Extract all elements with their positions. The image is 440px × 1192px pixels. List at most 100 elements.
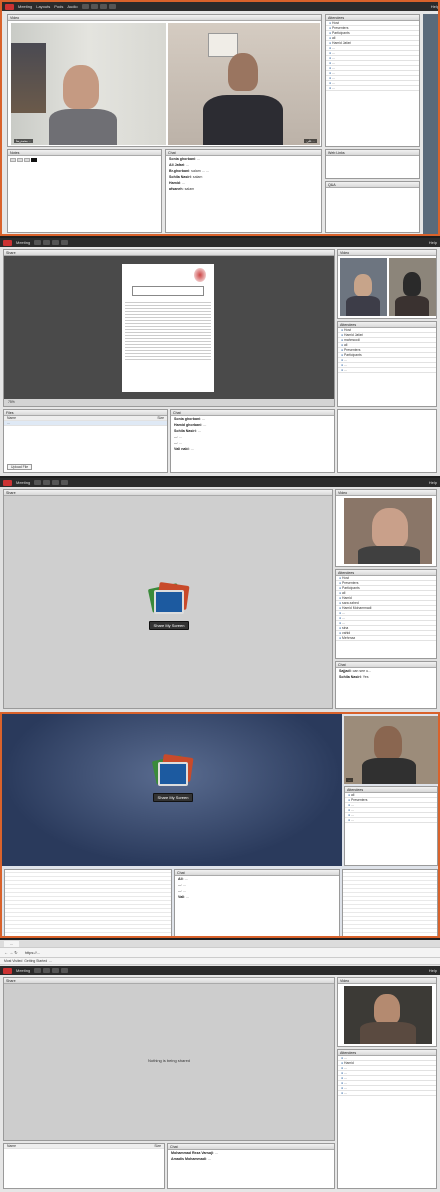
italic-icon[interactable] xyxy=(17,158,23,162)
layouts-menu[interactable]: Layouts xyxy=(36,4,50,9)
chat-text: ... xyxy=(186,895,190,899)
color-icon[interactable] xyxy=(31,158,37,162)
mic-icon[interactable] xyxy=(43,240,51,245)
zoom-level[interactable]: 75% xyxy=(8,400,15,404)
speaker-icon[interactable] xyxy=(34,968,42,973)
share-screen-icon xyxy=(150,754,196,790)
chat-pod: Chat Sonia ghorbani: ... Hamid ghorbani: … xyxy=(170,409,335,473)
attendee-name: Hamid Mohammadi xyxy=(342,606,372,610)
chat-sender: Sohila Nasiri xyxy=(174,429,196,433)
media-controls[interactable] xyxy=(81,4,116,9)
media-controls[interactable] xyxy=(34,968,69,973)
file-row[interactable]: ... xyxy=(4,421,167,426)
chat-sender: Sonia ghorbani xyxy=(174,417,201,421)
bookmark-most-visited[interactable]: Most Visited xyxy=(4,959,22,963)
meeting-menu[interactable]: Meeting xyxy=(18,4,32,9)
attendee-list: ● Host ● Presenters ● Participants ● ali ● H… xyxy=(326,21,419,91)
adobe-connect-logo xyxy=(3,239,12,246)
notes-toolbar[interactable] xyxy=(8,156,161,164)
attendee-item[interactable]: ● ... xyxy=(326,86,419,91)
video-feed xyxy=(344,986,432,1044)
doc-toolbar[interactable]: 75% xyxy=(4,399,334,406)
chat-pod: Chat Sonia ghorbani: ... Ali Jafari: ... B… xyxy=(165,149,322,233)
attendee-list: ● ali ● Presenters ● ... ● ... ● ... ● ... xyxy=(345,793,437,823)
attendee-item[interactable]: ● ... xyxy=(345,818,437,823)
share-my-screen-button[interactable]: Share My Screen xyxy=(152,793,194,802)
attendee-name: mahmoodi xyxy=(344,338,360,342)
help-menu[interactable]: Help xyxy=(429,480,437,485)
chat-message: Vali: ... xyxy=(178,895,190,899)
chat-sender: Ali xyxy=(178,877,183,881)
attendee-name: ... xyxy=(344,1066,347,1070)
camera-icon[interactable] xyxy=(52,968,60,973)
attendee-item[interactable]: ● ... xyxy=(338,368,436,373)
media-controls[interactable] xyxy=(34,480,69,485)
speaker-icon[interactable] xyxy=(34,240,42,245)
size-column-header[interactable]: Size xyxy=(154,1144,161,1148)
share-screen-widget: Share My Screen xyxy=(136,582,202,630)
back-icon[interactable]: ← xyxy=(4,950,8,955)
bookmark-other[interactable]: ... xyxy=(49,959,52,963)
browser-tab[interactable]: ... xyxy=(4,941,20,947)
media-controls[interactable] xyxy=(34,240,69,245)
forward-icon[interactable]: → xyxy=(9,950,13,955)
attendees-pod: Attendees ● ali ● Presenters ● ... ● ... ● .… xyxy=(344,786,438,866)
side-pod xyxy=(342,869,438,936)
chat-text: Yes xyxy=(362,675,369,679)
attendee-name: Presenters xyxy=(342,581,359,585)
speaker-icon[interactable] xyxy=(34,480,42,485)
reload-icon[interactable]: ↻ xyxy=(14,950,17,955)
meeting-menu[interactable]: Meeting xyxy=(16,240,30,245)
help-menu[interactable]: Help xyxy=(431,4,438,9)
share-pod: Share Share My Screen xyxy=(3,489,333,709)
meeting-menu[interactable]: Meeting xyxy=(16,480,30,485)
attendee-name: Presenters xyxy=(332,26,349,30)
hand-icon[interactable] xyxy=(61,240,69,245)
name-column-header[interactable]: Name xyxy=(7,1144,16,1148)
attendee-name: ... xyxy=(344,1086,347,1090)
attendee-name: ... xyxy=(332,81,335,85)
mic-icon[interactable] xyxy=(43,968,51,973)
hand-icon[interactable] xyxy=(61,480,69,485)
mic-icon[interactable] xyxy=(90,4,98,9)
chat-text: salam xyxy=(184,187,195,191)
attendee-name: ... xyxy=(342,616,345,620)
underline-icon[interactable] xyxy=(24,158,30,162)
attendee-name: vahid xyxy=(342,631,351,635)
help-menu[interactable]: Help xyxy=(429,968,437,973)
chat-sender: Mohammad Reza Varsaji xyxy=(171,1151,213,1155)
bold-icon[interactable] xyxy=(10,158,16,162)
camera-icon[interactable] xyxy=(52,480,60,485)
upload-file-button[interactable]: Upload File xyxy=(7,464,33,470)
top-menubar: Meeting Help xyxy=(0,238,440,247)
attendee-list: ● Host ● Hamid Jafari ● mahmoodi ● ali ● Pre… xyxy=(338,328,436,373)
share-pod-title: Share xyxy=(4,250,334,256)
video-pod-title: Video xyxy=(336,490,436,496)
audio-menu[interactable]: Audio xyxy=(67,4,77,9)
url-field[interactable]: https://... xyxy=(25,950,40,955)
files-pod xyxy=(4,869,172,936)
notes-pod: Notes xyxy=(7,149,162,233)
mic-icon[interactable] xyxy=(43,480,51,485)
camera-icon[interactable] xyxy=(52,240,60,245)
help-menu[interactable]: Help xyxy=(429,240,437,245)
hand-icon[interactable] xyxy=(61,968,69,973)
attendee-name: ... xyxy=(351,808,354,812)
hand-icon[interactable] xyxy=(108,4,116,9)
bookmark-getting-started[interactable]: Getting Started xyxy=(24,959,47,963)
attendee-name: ... xyxy=(344,368,347,372)
pods-menu[interactable]: Pods xyxy=(54,4,63,9)
attendee-item[interactable]: ● ... xyxy=(338,1091,436,1096)
speaker-icon[interactable] xyxy=(81,4,89,9)
video-caption: ... xyxy=(346,778,353,782)
share-my-screen-button[interactable]: Share My Screen xyxy=(148,621,190,630)
video-pod-title: Video xyxy=(338,250,436,256)
person-body xyxy=(49,109,117,145)
name-column-header[interactable]: Name xyxy=(7,416,16,420)
attendee-item[interactable]: ● Mehrnaz xyxy=(336,636,436,641)
meeting-menu[interactable]: Meeting xyxy=(16,968,30,973)
camera-icon[interactable] xyxy=(99,4,107,9)
attendee-name: ... xyxy=(344,1071,347,1075)
size-column-header[interactable]: Size xyxy=(157,416,164,420)
attendee-name: ... xyxy=(332,76,335,80)
